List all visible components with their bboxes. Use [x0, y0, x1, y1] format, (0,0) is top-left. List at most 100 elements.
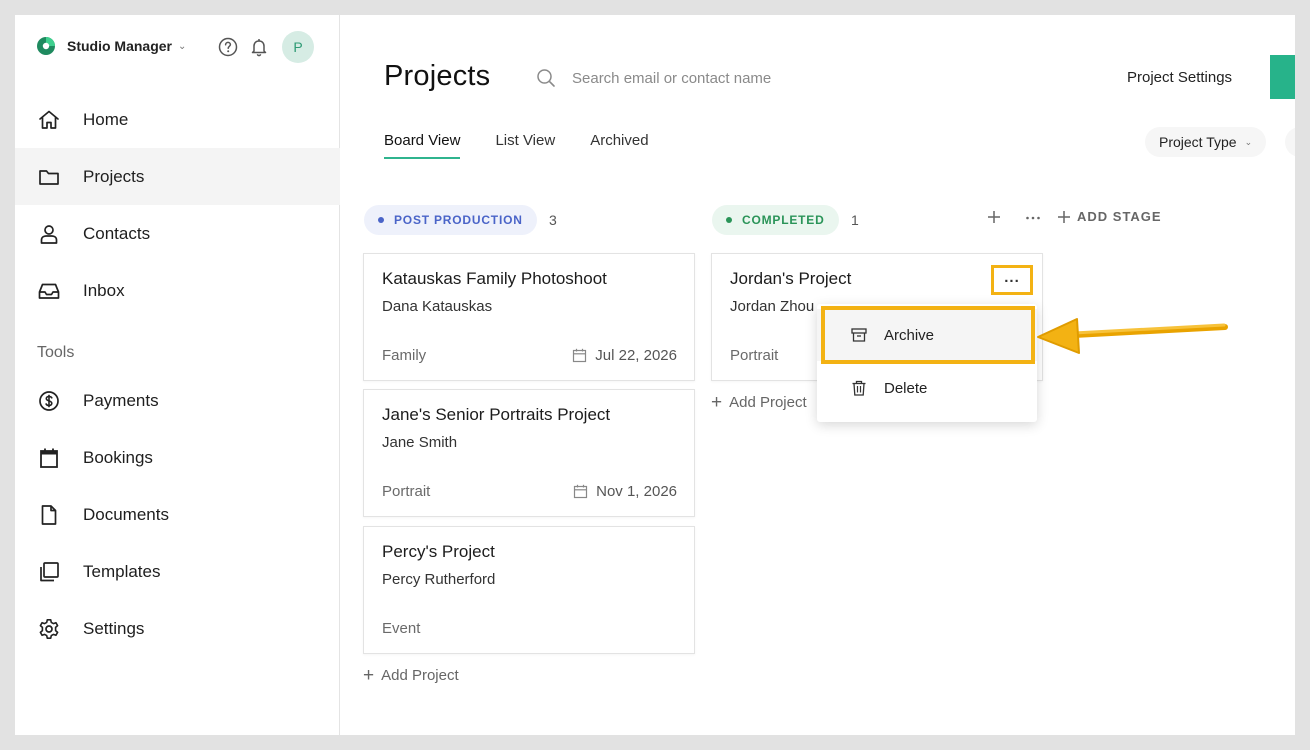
add-project-label: Add Project	[729, 394, 807, 411]
stage-label-completed: COMPLETED	[712, 205, 839, 235]
card-options-button[interactable]: ...	[991, 265, 1033, 295]
page-title: Projects	[384, 60, 491, 92]
add-project-label: Add Project	[381, 667, 459, 684]
card-title: Katauskas Family Photoshoot	[382, 269, 607, 288]
archive-icon	[851, 328, 867, 342]
card-title: Percy's Project	[382, 542, 495, 561]
sidebar-item-label: Payments	[83, 390, 159, 410]
chevron-down-icon: ⌄	[178, 40, 187, 52]
tools-heading: Tools	[37, 344, 75, 361]
avatar[interactable]: P	[282, 31, 314, 63]
bell-icon[interactable]	[249, 37, 269, 57]
main-content: Projects Project Settings Board View Lis…	[341, 15, 1295, 735]
plus-icon: +	[711, 392, 723, 413]
sidebar-item-label: Settings	[83, 618, 145, 638]
project-card[interactable]: Jane's Senior Portraits Project Jane Smi…	[363, 389, 695, 517]
search-icon	[537, 69, 555, 87]
stage-count: 3	[549, 212, 557, 228]
card-client: Percy Rutherford	[382, 571, 496, 588]
brand-logo-icon	[37, 37, 55, 55]
tab-list-view[interactable]: List View	[495, 132, 555, 159]
add-project-button[interactable]: + Add Project	[363, 666, 459, 685]
plus-icon[interactable]	[987, 210, 1001, 224]
card-type: Family	[382, 347, 427, 364]
sidebar-item-label: Home	[83, 109, 129, 129]
menu-item-label: Archive	[884, 326, 935, 344]
dollar-circle-icon	[39, 390, 59, 411]
home-icon	[39, 110, 59, 129]
stage-actions: ADD STAGE	[987, 209, 1162, 224]
card-client: Jordan Zhou	[730, 298, 815, 315]
sidebar-item-documents[interactable]: Documents	[15, 486, 340, 543]
sidebar-item-label: Templates	[83, 561, 161, 581]
sidebar-item-projects[interactable]: Projects	[15, 148, 340, 205]
sidebar-item-inbox[interactable]: Inbox	[15, 262, 340, 319]
card-date-value: Nov 1, 2026	[596, 483, 677, 500]
menu-item-label: Delete	[884, 379, 928, 397]
gear-icon	[39, 618, 59, 639]
studio-name: Studio Manager	[67, 38, 173, 54]
project-settings-button[interactable]: Project Settings	[1127, 69, 1232, 86]
card-client: Jane Smith	[382, 434, 458, 451]
stage-name: COMPLETED	[742, 213, 825, 227]
card-date: Nov 1, 2026	[573, 483, 677, 500]
document-icon	[41, 504, 57, 525]
plus-icon: +	[363, 665, 375, 686]
card-title: Jane's Senior Portraits Project	[382, 405, 611, 424]
inbox-icon	[38, 283, 60, 299]
project-type-label: Project Type	[1159, 134, 1237, 150]
more-horizontal-icon: ...	[1004, 268, 1020, 286]
templates-icon	[40, 561, 59, 581]
sidebar-item-templates[interactable]: Templates	[15, 543, 340, 600]
card-options-menu: Archive Delete	[817, 304, 1037, 422]
stage-name: POST PRODUCTION	[394, 213, 523, 227]
chevron-down-icon: ⌄	[1244, 136, 1253, 147]
menu-item-delete[interactable]: Delete	[817, 362, 1037, 414]
card-type: Portrait	[730, 347, 779, 364]
person-icon	[40, 224, 58, 244]
trash-icon	[852, 380, 866, 396]
sidebar-item-label: Inbox	[83, 280, 125, 300]
search-input[interactable]	[572, 69, 872, 87]
add-stage-button[interactable]: ADD STAGE	[1057, 209, 1162, 224]
sidebar: Studio Manager ⌄ P Home Projects Contact…	[15, 15, 340, 735]
calendar-icon	[574, 484, 588, 499]
card-date: Jul 22, 2026	[572, 347, 677, 364]
add-project-button[interactable]: + Add Project	[711, 393, 807, 412]
stage-dot	[378, 217, 384, 223]
card-client: Dana Katauskas	[382, 298, 493, 315]
sidebar-item-contacts[interactable]: Contacts	[15, 205, 340, 262]
card-date-value: Jul 22, 2026	[595, 347, 677, 364]
sidebar-item-payments[interactable]: Payments	[15, 372, 340, 429]
new-project-button[interactable]	[1270, 55, 1295, 99]
additional-filter[interactable]	[1285, 127, 1295, 157]
project-card[interactable]: Katauskas Family Photoshoot Dana Katausk…	[363, 253, 695, 381]
tab-archived[interactable]: Archived	[590, 132, 648, 159]
help-icon[interactable]	[218, 37, 238, 57]
view-tabs: Board View List View Archived	[384, 132, 684, 159]
project-card[interactable]: Percy's Project Percy Rutherford Event	[363, 526, 695, 654]
app-window: Studio Manager ⌄ P Home Projects Contact…	[15, 15, 1295, 735]
tab-board-view[interactable]: Board View	[384, 132, 461, 159]
sidebar-item-home[interactable]: Home	[15, 91, 340, 148]
add-stage-label: ADD STAGE	[1077, 209, 1162, 224]
card-title: Jordan's Project	[730, 269, 852, 288]
stage-count: 1	[851, 212, 859, 228]
sidebar-item-label: Projects	[83, 166, 145, 186]
calendar-icon	[573, 348, 587, 363]
sidebar-item-settings[interactable]: Settings	[15, 600, 340, 657]
more-horizontal-icon[interactable]	[1025, 210, 1041, 224]
plus-icon	[1058, 210, 1070, 223]
card-type: Event	[382, 620, 421, 637]
menu-item-archive[interactable]: Archive	[817, 309, 1037, 361]
project-type-filter[interactable]: Project Type ⌄	[1145, 127, 1267, 157]
studio-switcher[interactable]: Studio Manager ⌄	[37, 35, 186, 57]
sidebar-item-bookings[interactable]: Bookings	[15, 429, 340, 486]
calendar-icon	[40, 448, 58, 468]
sidebar-item-label: Bookings	[83, 447, 153, 467]
folder-icon	[39, 169, 59, 185]
sidebar-item-label: Documents	[83, 504, 169, 524]
stage-dot	[726, 217, 732, 223]
search-bar	[536, 68, 872, 88]
top-icons: P	[218, 31, 314, 63]
